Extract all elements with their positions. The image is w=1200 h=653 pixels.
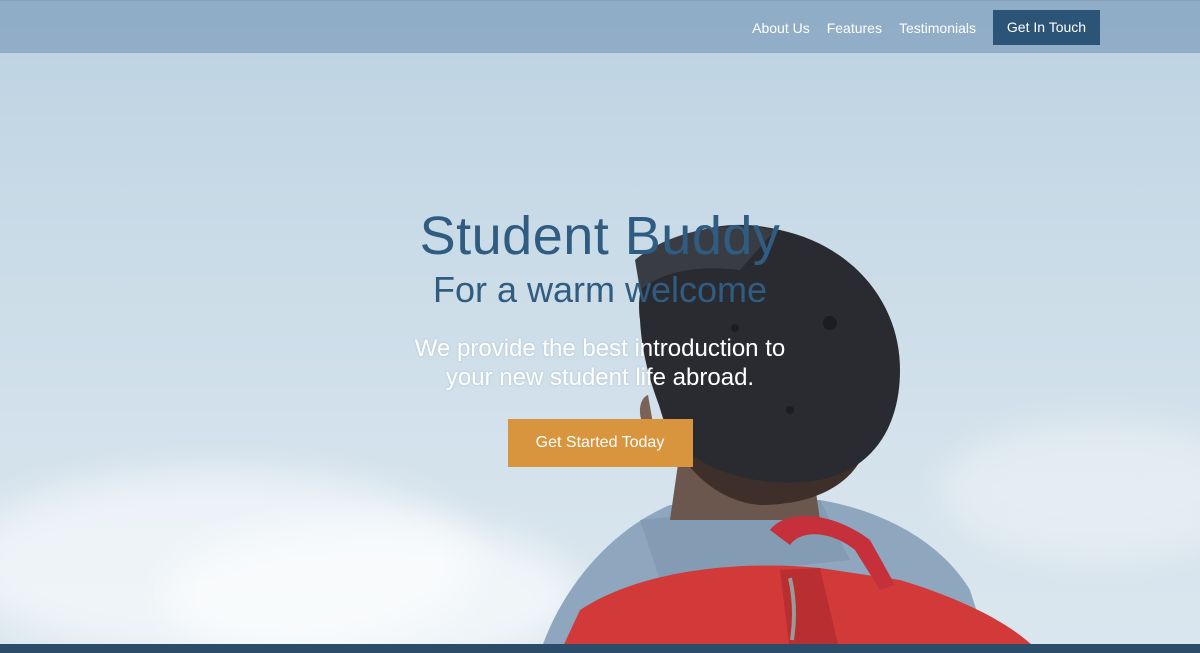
- landing-page: About Us Features Testimonials Get In To…: [0, 0, 1200, 653]
- bottom-edge-bar: [0, 644, 1200, 653]
- hero-section: Student Buddy For a warm welcome We prov…: [0, 204, 1200, 467]
- hero-subtitle: For a warm welcome: [432, 269, 768, 310]
- get-in-touch-button[interactable]: Get In Touch: [993, 10, 1100, 45]
- nav-link-testimonials[interactable]: Testimonials: [899, 11, 976, 45]
- main-navigation: About Us Features Testimonials Get In To…: [752, 10, 1100, 45]
- hero-description: We provide the best introduction to your…: [414, 335, 786, 391]
- hero-title: Student Buddy: [419, 206, 781, 266]
- nav-link-features[interactable]: Features: [827, 11, 882, 45]
- nav-link-about-us[interactable]: About Us: [752, 11, 810, 45]
- get-started-button[interactable]: Get Started Today: [507, 419, 693, 467]
- top-navigation-bar: About Us Features Testimonials Get In To…: [0, 0, 1200, 53]
